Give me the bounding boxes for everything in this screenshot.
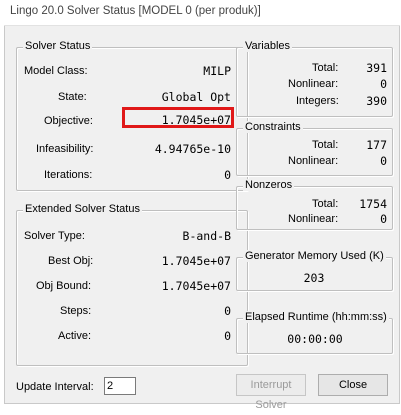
variables-nonlinear-label: Nonlinear: xyxy=(288,78,339,90)
infeasibility-label: Infeasibility: xyxy=(36,143,94,155)
infeasibility-value: 4.94765e-10 xyxy=(154,142,231,156)
update-interval-label: Update Interval: xyxy=(16,381,94,393)
generator-memory-value: 203 xyxy=(303,271,325,285)
solver-type-value: B-and-B xyxy=(182,229,231,243)
elapsed-runtime-value: 00:00:00 xyxy=(287,332,343,346)
obj-bound-label: Obj Bound: xyxy=(36,280,92,292)
extended-solver-status-title: Extended Solver Status xyxy=(23,203,142,215)
objective-value: 1.7045e+07 xyxy=(161,113,231,127)
iterations-value: 0 xyxy=(224,168,231,182)
close-button[interactable]: Close xyxy=(318,374,388,396)
state-value: Global Opt xyxy=(161,90,231,104)
best-obj-value: 1.7045e+07 xyxy=(161,254,231,268)
nonzeros-total-value: 1754 xyxy=(359,197,387,211)
update-interval-input[interactable] xyxy=(104,377,136,395)
variables-title: Variables xyxy=(243,40,293,52)
elapsed-runtime-title: Elapsed Runtime (hh:mm:ss) xyxy=(243,311,389,323)
active-value: 0 xyxy=(224,329,231,343)
obj-bound-value: 1.7045e+07 xyxy=(161,279,231,293)
nonzeros-total-label: Total: xyxy=(312,198,339,210)
model-class-label: Model Class: xyxy=(24,65,88,77)
generator-memory-title: Generator Memory Used (K) xyxy=(243,250,386,262)
window-title: Lingo 20.0 Solver Status [MODEL 0 (per p… xyxy=(4,0,400,26)
interrupt-solver-button[interactable]: Interrupt Solver xyxy=(236,374,306,411)
constraints-total-label: Total: xyxy=(312,139,339,151)
variables-total-label: Total: xyxy=(312,62,339,74)
solver-type-label: Solver Type: xyxy=(24,230,85,242)
best-obj-label: Best Obj: xyxy=(48,255,94,267)
constraints-total-value: 177 xyxy=(366,138,387,152)
objective-label: Objective: xyxy=(44,115,93,127)
constraints-title: Constraints xyxy=(243,121,303,133)
nonzeros-title: Nonzeros xyxy=(243,179,295,191)
nonzeros-nonlinear-value: 0 xyxy=(380,212,387,226)
constraints-group: Constraints xyxy=(236,121,393,176)
state-label: State: xyxy=(58,91,87,103)
steps-label: Steps: xyxy=(60,305,92,317)
active-label: Active: xyxy=(58,330,92,342)
solver-status-title: Solver Status xyxy=(23,40,93,52)
variables-total-value: 391 xyxy=(366,61,387,75)
steps-value: 0 xyxy=(224,304,231,318)
constraints-nonlinear-value: 0 xyxy=(380,154,387,168)
nonzeros-nonlinear-label: Nonlinear: xyxy=(288,213,339,225)
variables-nonlinear-value: 0 xyxy=(380,77,387,91)
constraints-nonlinear-label: Nonlinear: xyxy=(288,155,339,167)
model-class-value: MILP xyxy=(203,64,231,78)
iterations-label: Iterations: xyxy=(44,169,93,181)
variables-integers-label: Integers: xyxy=(296,95,339,107)
variables-integers-value: 390 xyxy=(366,94,387,108)
